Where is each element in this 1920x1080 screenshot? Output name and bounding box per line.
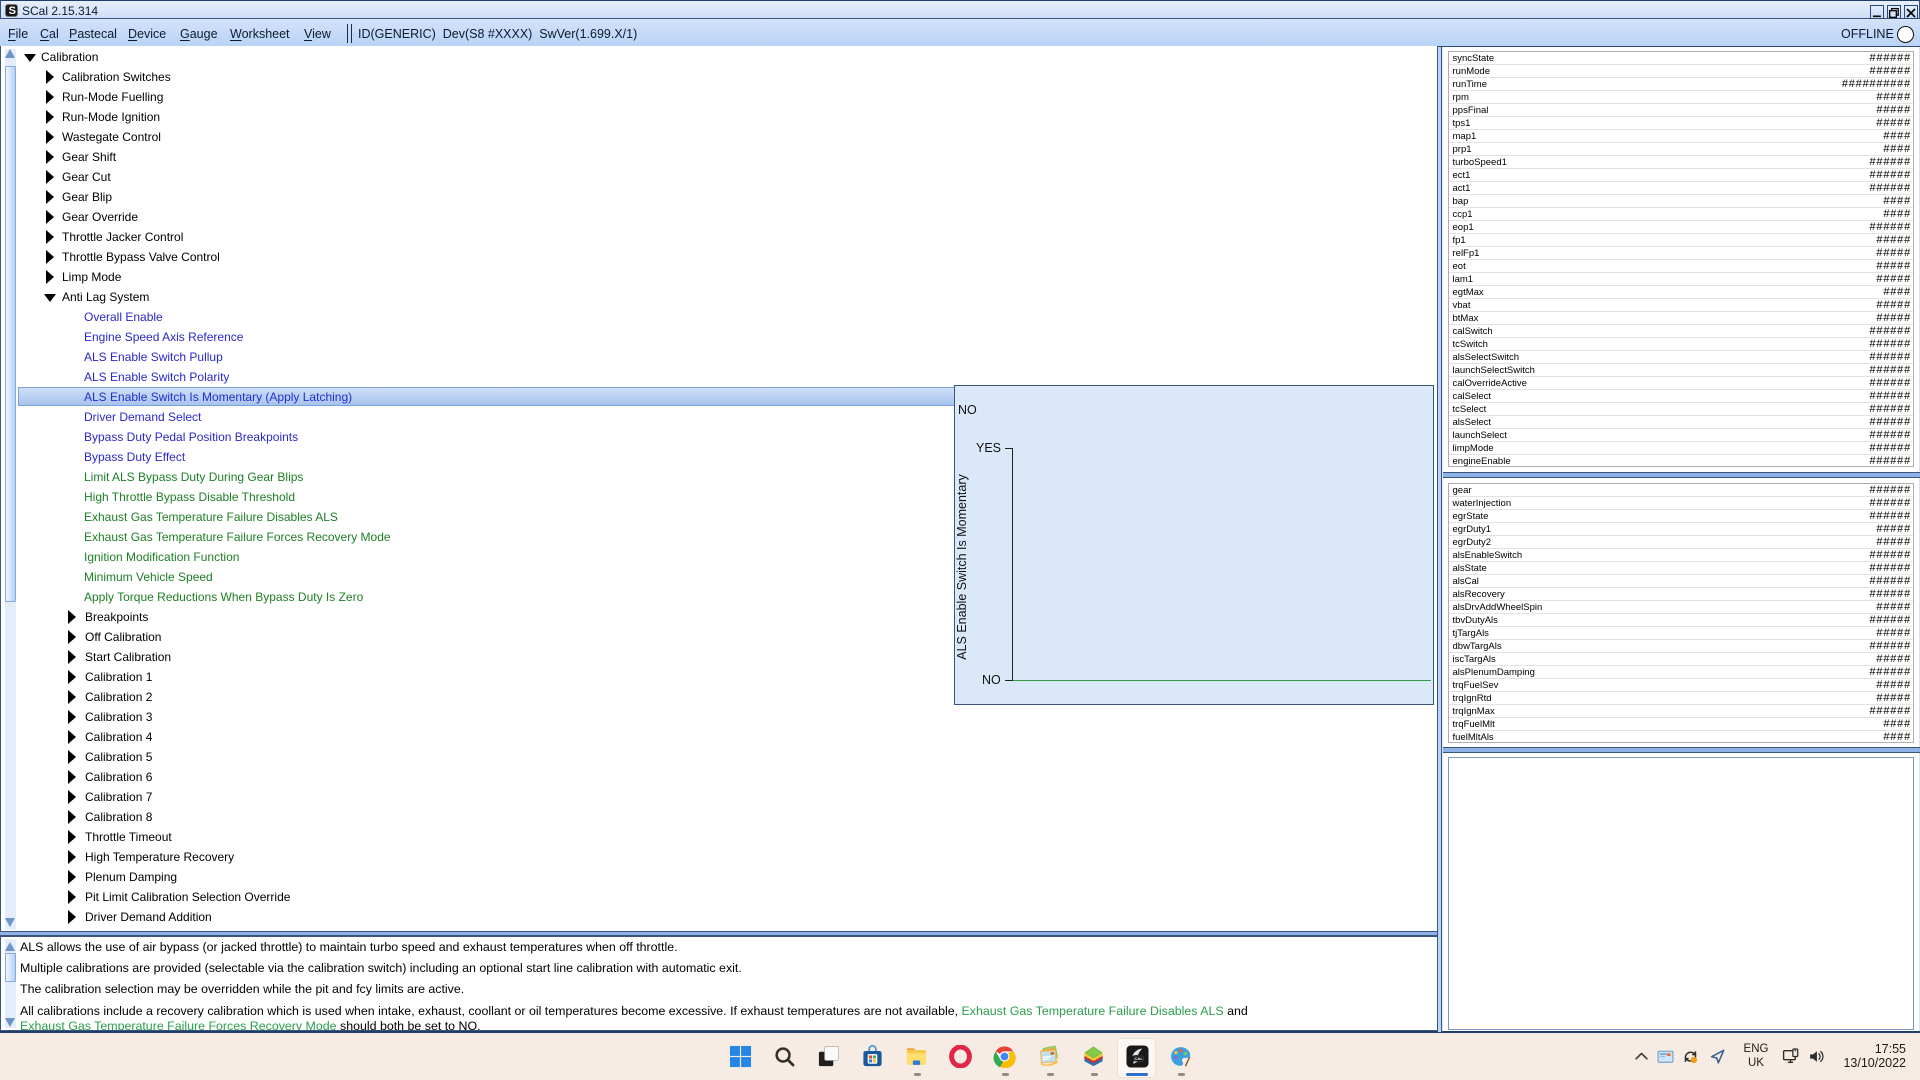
svg-text:CAL: CAL bbox=[1134, 1056, 1143, 1061]
